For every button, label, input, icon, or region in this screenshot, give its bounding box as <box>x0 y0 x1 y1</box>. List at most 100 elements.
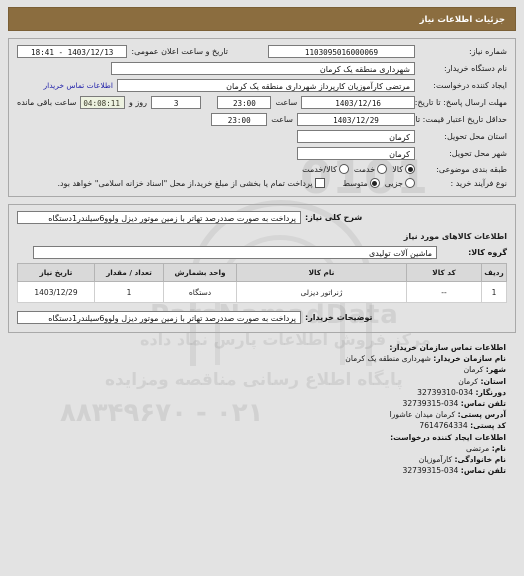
contact-province-value: کرمان <box>458 376 479 386</box>
hour-label-1: ساعت <box>275 98 298 107</box>
category-option-khedmat[interactable]: خدمت <box>354 164 388 174</box>
remaining-countdown: 04:08:11 <box>80 96 125 109</box>
need-number-value: 1103095016000069 <box>267 45 415 58</box>
delivery-city-label: شهر محل تحویل: <box>449 149 507 158</box>
cell-code: -- <box>406 281 482 303</box>
delivery-city-value: کرمان <box>297 147 415 160</box>
contact-phone-row: تلفن تماس: 32739315-034 <box>8 398 506 409</box>
column-header-unit: واحد بشمارش <box>163 263 237 282</box>
radio-icon-kala[interactable] <box>405 164 415 174</box>
process-option-jozi-label: جزیی <box>384 178 403 188</box>
page-title: جزئیات اطلاعات نیاز <box>8 7 516 31</box>
category-option-kala-label: کالا <box>392 164 403 174</box>
row-creator: ایجاد کننده درخواست: مرتضی کارآموزیان کا… <box>17 79 507 92</box>
contact-details: اطلاعات تماس سازمان خریدار: نام سازمان خ… <box>8 342 516 476</box>
cell-name: ژنراتور دیزلی <box>236 281 407 303</box>
radio-icon-khedmat[interactable] <box>377 164 388 174</box>
category-option-kala[interactable]: کالا <box>392 164 415 174</box>
row-category: طبقه بندی موضوعی: کالا خدمت کالا/خدمت <box>17 164 507 174</box>
process-label: نوع فرآیند خرید : <box>450 178 507 188</box>
treasury-checkbox-label: پرداخت تمام یا بخشی از مبلغ خرید،از محل … <box>57 178 313 188</box>
row-delivery-province: استان محل تحویل: کرمان <box>17 130 507 143</box>
reply-deadline-label: مهلت ارسال پاسخ: تا تاریخ: <box>414 98 507 107</box>
contact-postal-code-label: کد پستی: <box>470 421 506 431</box>
row-need-number: شماره نیاز: 1103095016000069 تاریخ و ساع… <box>17 45 507 58</box>
contact-last-name-row: نام خانوادگی: کارآموزیان <box>8 454 506 465</box>
contact-phone-value: 32739315-034 <box>402 399 459 409</box>
contact-fax-row: دورنگار: 32739310-034 <box>8 387 506 398</box>
row-need-description: شرح کلی نیاز: پرداخت به صورت صددرصد تهات… <box>17 211 507 224</box>
treasury-checkbox-item[interactable]: پرداخت تمام یا بخشی از مبلغ خرید،از محل … <box>57 178 325 188</box>
goods-section-title: اطلاعات کالاهای مورد نیاز <box>403 232 507 241</box>
contact-province-row: استان: کرمان <box>8 376 506 387</box>
category-option-kala-khedmat[interactable]: کالا/خدمت <box>302 164 349 174</box>
remaining-hours-label: ساعت باقی مانده <box>17 98 77 107</box>
cell-radif: 1 <box>481 281 507 303</box>
contact-creator-phone-label: تلفن تماس: <box>460 466 506 476</box>
goods-table-header-row: ردیف کد کالا نام کالا واحد بشمارش تعداد … <box>17 263 507 282</box>
category-label: طبقه بندی موضوعی: <box>436 164 507 174</box>
contact-address-label: آدرس پستی: <box>457 410 506 420</box>
radio-icon-motavasset[interactable] <box>369 178 380 188</box>
contact-org-name-row: نام سازمان خریدار: شهرداری منطقه یک کرما… <box>8 353 506 364</box>
category-option-kala-khedmat-label: کالا/خدمت <box>302 164 337 174</box>
row-delivery-city: شهر محل تحویل: کرمان <box>17 147 507 160</box>
contact-org-section-title: اطلاعات تماس سازمان خریدار: <box>389 343 506 352</box>
contact-phone-label: تلفن تماس: <box>460 399 506 409</box>
row-price-validity: حداقل تاریخ اعتبار قیمت: تا تاریخ: 1403/… <box>17 113 507 126</box>
reply-deadline-date: 1403/12/16 <box>301 96 415 109</box>
contact-address-row: آدرس پستی: کرمان میدان عاشورا <box>8 409 506 420</box>
goods-group-label: گروه کالا: <box>468 248 507 257</box>
goods-table: ردیف کد کالا نام کالا واحد بشمارش تعداد … <box>17 263 507 303</box>
row-buyer-org: نام دستگاه خریدار: شهرداری منطقه یک کرما… <box>17 62 507 75</box>
contact-creator-phone-row: تلفن تماس: 32739315-034 <box>8 465 506 476</box>
column-header-radif: ردیف <box>481 263 507 282</box>
remaining-days-value: 3 <box>150 96 202 109</box>
row-goods-group: گروه کالا: ماشین آلات تولیدی <box>17 246 507 259</box>
price-validity-time: 23:00 <box>211 113 268 126</box>
contact-province-label: استان: <box>480 376 506 386</box>
contact-fax-label: دورنگار: <box>475 387 506 397</box>
contact-city-row: شهر: کرمان <box>8 364 506 375</box>
buyer-notes-value: پرداخت به صورت صددرصد تهاتر با زمین موتو… <box>17 311 301 324</box>
creator-label: ایجاد کننده درخواست: <box>433 81 507 90</box>
announce-datetime-value: 1403/12/13 - 18:41 <box>17 45 128 58</box>
row-process-type: نوع فرآیند خرید : جزیی متوسط پرداخت تمام… <box>17 178 507 188</box>
checkbox-icon-treasury[interactable] <box>314 178 325 188</box>
goods-panel: شرح کلی نیاز: پرداخت به صورت صددرصد تهات… <box>8 204 516 333</box>
radio-icon-kala-khedmat[interactable] <box>338 164 349 174</box>
table-row: 1 -- ژنراتور دیزلی دستگاه 1 1403/12/29 <box>17 281 507 303</box>
radio-icon-jozi[interactable] <box>405 178 415 188</box>
column-header-code: کد کالا <box>406 263 482 282</box>
buyer-contact-link[interactable]: اطلاعات تماس خریدار <box>44 81 114 90</box>
contact-last-name-label: نام خانوادگی: <box>454 455 506 465</box>
contact-address-value: کرمان میدان عاشورا <box>389 410 456 420</box>
remaining-days-label: روز و <box>128 98 147 107</box>
price-validity-date: 1403/12/29 <box>297 113 415 126</box>
buyer-notes-label: توضیحات خریدار: <box>305 313 373 322</box>
page-root: جزئیات اطلاعات نیاز شماره نیاز: 11030950… <box>0 0 524 476</box>
cell-qty: 1 <box>94 281 164 303</box>
contact-first-name-label: نام: <box>491 443 506 453</box>
contact-first-name-value: مرتضی <box>465 443 490 453</box>
process-option-motavasset[interactable]: متوسط <box>343 178 380 188</box>
column-header-qty: تعداد / مقدار <box>94 263 164 282</box>
process-option-jozi[interactable]: جزیی <box>385 178 415 188</box>
goods-group-value: ماشین آلات تولیدی <box>33 246 437 259</box>
need-info-panel: شماره نیاز: 1103095016000069 تاریخ و ساع… <box>8 38 516 197</box>
process-radio-group: جزیی متوسط <box>343 178 415 188</box>
contact-postal-code-value: 7614764334 <box>419 421 468 431</box>
contact-last-name-value: کارآموزیان <box>418 455 453 465</box>
reply-deadline-time: 23:00 <box>217 96 272 109</box>
contact-fax-value: 32739310-034 <box>417 387 474 397</box>
need-number-label: شماره نیاز: <box>469 47 507 56</box>
buyer-org-value: شهرداری منطقه یک کرمان <box>111 62 415 75</box>
cell-date: 1403/12/29 <box>17 281 95 303</box>
contact-first-name-row: نام: مرتضی <box>8 443 506 454</box>
contact-city-value: کرمان <box>463 365 484 375</box>
contact-city-label: شهر: <box>485 365 506 375</box>
contact-creator-phone-value: 32739315-034 <box>402 466 459 476</box>
contact-org-name-label: نام سازمان خریدار: <box>433 354 506 364</box>
contact-creator-section-title: اطلاعات ایجاد کننده درخواست: <box>390 432 506 442</box>
process-option-motavasset-label: متوسط <box>342 178 368 188</box>
